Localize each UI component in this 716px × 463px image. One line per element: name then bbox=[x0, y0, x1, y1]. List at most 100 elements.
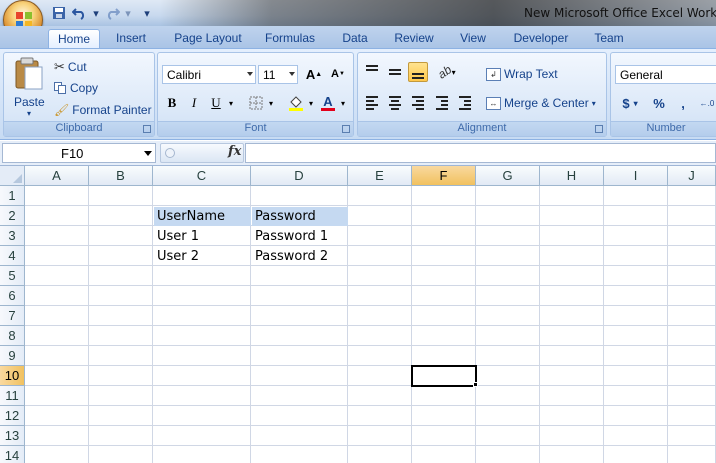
column-header-H[interactable]: H bbox=[540, 166, 604, 186]
middle-align-button[interactable] bbox=[385, 62, 405, 82]
tab-team[interactable]: Team bbox=[590, 29, 628, 48]
percent-button[interactable]: % bbox=[649, 93, 669, 113]
select-all-button[interactable] bbox=[0, 166, 25, 186]
redo-dropdown-icon[interactable]: ▾ bbox=[124, 4, 132, 22]
orientation-icon: ab bbox=[435, 62, 455, 82]
save-icon[interactable] bbox=[50, 4, 68, 22]
row-header-13[interactable]: 13 bbox=[0, 426, 25, 446]
name-box-dropdown-icon[interactable] bbox=[144, 151, 152, 156]
undo-icon[interactable] bbox=[71, 4, 89, 22]
wrap-text-icon: ↲ bbox=[486, 67, 501, 81]
row-header-10[interactable]: 10 bbox=[0, 366, 25, 386]
row-header-11[interactable]: 11 bbox=[0, 386, 25, 406]
tab-data[interactable]: Data bbox=[337, 29, 373, 48]
decrease-indent-button[interactable] bbox=[432, 93, 452, 113]
row-header-2[interactable]: 2 bbox=[0, 206, 25, 226]
align-right-button[interactable] bbox=[408, 93, 428, 113]
fill-color-button[interactable] bbox=[286, 93, 306, 113]
tab-review[interactable]: Review bbox=[390, 29, 438, 48]
undo-dropdown-icon[interactable]: ▾ bbox=[92, 4, 100, 22]
row-header-7[interactable]: 7 bbox=[0, 306, 25, 326]
font-dialog-launcher-icon[interactable] bbox=[342, 125, 350, 133]
align-left-button[interactable] bbox=[362, 93, 382, 113]
underline-dropdown-icon[interactable]: ▾ bbox=[226, 93, 236, 113]
font-color-button[interactable]: A bbox=[318, 93, 338, 113]
paste-label: Paste bbox=[14, 95, 45, 109]
column-header-J[interactable]: J bbox=[668, 166, 716, 186]
tab-view[interactable]: View bbox=[454, 29, 492, 48]
font-name-combo[interactable]: Calibri bbox=[162, 65, 256, 84]
cell-D4[interactable]: Password 2 bbox=[252, 247, 348, 266]
font-color-dropdown-icon[interactable]: ▾ bbox=[338, 93, 348, 113]
alignment-dialog-launcher-icon[interactable] bbox=[595, 125, 603, 133]
column-header-F[interactable]: F bbox=[412, 166, 476, 186]
center-button[interactable] bbox=[385, 93, 405, 113]
fill-handle[interactable] bbox=[473, 382, 478, 387]
paste-button[interactable]: Paste ▾ bbox=[9, 57, 49, 119]
bottom-align-button[interactable] bbox=[408, 62, 428, 82]
increase-decimal-icon[interactable]: ←.0 bbox=[697, 93, 716, 113]
paste-dropdown-icon: ▾ bbox=[27, 109, 32, 118]
grow-font-button[interactable]: A ▲ bbox=[304, 64, 324, 84]
cell-C2[interactable]: UserName bbox=[154, 207, 251, 226]
cell-D3[interactable]: Password 1 bbox=[252, 227, 348, 246]
tab-formulas[interactable]: Formulas bbox=[260, 29, 320, 48]
italic-button[interactable]: I bbox=[184, 93, 204, 113]
row-header-14[interactable]: 14 bbox=[0, 446, 25, 463]
center-align-icon bbox=[389, 94, 401, 112]
merge-center-button[interactable]: ↔ Merge & Center ▾ bbox=[486, 96, 596, 110]
gridline-horizontal bbox=[25, 405, 716, 406]
redo-icon[interactable] bbox=[103, 4, 121, 22]
top-align-button[interactable] bbox=[362, 62, 382, 82]
worksheet-grid[interactable]: ABCDEFGHIJ 1 2 3 4 5 6 7 8 9 10 11 12 13 14 UserName … bbox=[0, 166, 716, 463]
font-size-combo[interactable]: 11 bbox=[258, 65, 298, 84]
tab-page-layout[interactable]: Page Layout bbox=[170, 29, 246, 48]
number-format-combo[interactable]: General bbox=[615, 65, 716, 84]
column-header-I[interactable]: I bbox=[604, 166, 668, 186]
comma-button[interactable]: , bbox=[673, 93, 693, 113]
tab-developer[interactable]: Developer bbox=[508, 29, 574, 48]
column-header-D[interactable]: D bbox=[251, 166, 348, 186]
underline-button[interactable]: U bbox=[206, 93, 226, 113]
fill-color-dropdown-icon[interactable]: ▾ bbox=[306, 93, 316, 113]
cell-D2[interactable]: Password bbox=[252, 207, 348, 226]
customize-qat-icon[interactable]: ▾ bbox=[141, 4, 153, 22]
increase-indent-button[interactable] bbox=[455, 93, 475, 113]
tab-insert[interactable]: Insert bbox=[110, 29, 152, 48]
bold-button[interactable]: B bbox=[162, 93, 182, 113]
row-header-4[interactable]: 4 bbox=[0, 246, 25, 266]
borders-dropdown-icon[interactable]: ▾ bbox=[266, 93, 276, 113]
row-header-9[interactable]: 9 bbox=[0, 346, 25, 366]
cut-button[interactable]: ✂ Cut bbox=[54, 59, 87, 75]
font-color-icon: A bbox=[323, 93, 333, 109]
column-header-E[interactable]: E bbox=[348, 166, 412, 186]
fill-bucket-icon bbox=[289, 96, 303, 111]
tab-home[interactable]: Home bbox=[48, 29, 100, 48]
cell-C3[interactable]: User 1 bbox=[154, 227, 251, 246]
formula-input[interactable] bbox=[245, 143, 716, 163]
cell-C4[interactable]: User 2 bbox=[154, 247, 251, 266]
column-header-C[interactable]: C bbox=[153, 166, 251, 186]
format-painter-button[interactable]: 🖌 Format Painter bbox=[54, 103, 152, 117]
borders-button[interactable] bbox=[246, 93, 266, 113]
wrap-text-button[interactable]: ↲ Wrap Text bbox=[486, 67, 558, 81]
orientation-button[interactable]: ab ▾ bbox=[434, 62, 460, 82]
currency-button[interactable]: $ ▾ bbox=[615, 93, 645, 113]
row-header-12[interactable]: 12 bbox=[0, 406, 25, 426]
active-cell-F10[interactable] bbox=[411, 365, 477, 387]
row-header-6[interactable]: 6 bbox=[0, 286, 25, 306]
shrink-font-button[interactable]: A ▼ bbox=[328, 64, 348, 84]
row-header-8[interactable]: 8 bbox=[0, 326, 25, 346]
row-header-3[interactable]: 3 bbox=[0, 226, 25, 246]
column-header-B[interactable]: B bbox=[89, 166, 153, 186]
decrease-indent-icon bbox=[436, 94, 448, 112]
column-header-A[interactable]: A bbox=[25, 166, 89, 186]
clipboard-dialog-launcher-icon[interactable] bbox=[143, 125, 151, 133]
copy-button[interactable]: Copy bbox=[54, 81, 98, 95]
borders-icon bbox=[249, 96, 263, 110]
name-box[interactable]: F10 bbox=[2, 143, 156, 163]
column-header-G[interactable]: G bbox=[476, 166, 540, 186]
row-header-1[interactable]: 1 bbox=[0, 186, 25, 206]
row-header-5[interactable]: 5 bbox=[0, 266, 25, 286]
insert-function-button[interactable]: fx bbox=[228, 144, 241, 159]
